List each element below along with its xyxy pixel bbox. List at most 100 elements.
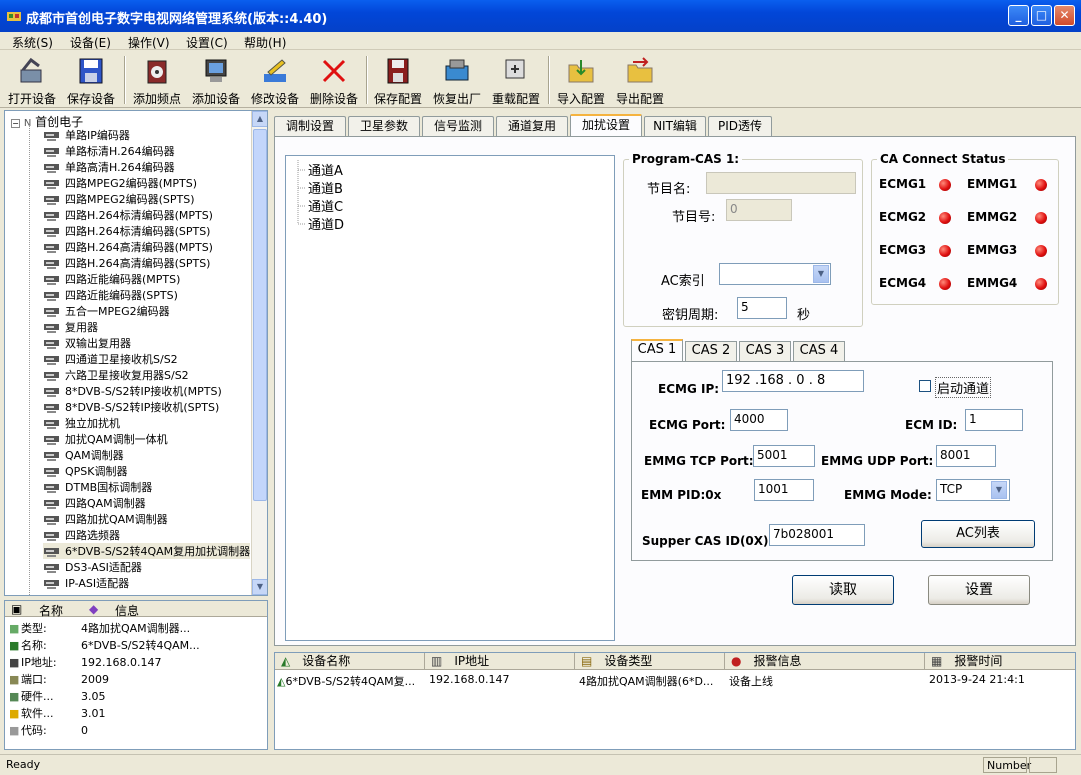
channel-item-a[interactable]: 通道A (308, 160, 343, 179)
device-tree[interactable]: − N 首创电子 单路IP编码器 单路标清H.264编码器 单路高清H.264编码器… (4, 110, 268, 596)
ecmg-port-field[interactable]: 4000 (730, 409, 788, 431)
tab-cas-3[interactable]: CAS 3 (739, 341, 791, 361)
tab-cas-1[interactable]: CAS 1 (631, 339, 683, 361)
row-alarm-time[interactable]: 2013-9-24 21:4:1 (929, 673, 1025, 686)
tab-nit-edit[interactable]: NIT编辑 (644, 116, 706, 136)
tab-signal-monitor[interactable]: 信号监测 (422, 116, 494, 136)
row-alarm-info[interactable]: 设备上线 (729, 673, 773, 689)
menu-help[interactable]: 帮助(H) (244, 34, 286, 51)
tree-item[interactable]: 四路近能编码器(MPTS) (43, 271, 180, 287)
tree-item[interactable]: 8*DVB-S/S2转IP接收机(SPTS) (43, 399, 219, 415)
tree-item[interactable]: 独立加扰机 (43, 415, 120, 431)
tab-channel-mux[interactable]: 通道复用 (496, 116, 568, 136)
tab-pid-passthrough[interactable]: PID透传 (708, 116, 772, 136)
emm-pid-field[interactable]: 1001 (754, 479, 814, 501)
tab-cas-2[interactable]: CAS 2 (685, 341, 737, 361)
row-device-name[interactable]: ◭6*DVB-S/S2转4QAM复... (277, 673, 415, 689)
program-name-field[interactable] (706, 172, 856, 194)
scroll-thumb[interactable] (253, 129, 267, 501)
tree-item[interactable]: 五合一MPEG2编码器 (43, 303, 170, 319)
emmg-udp-field[interactable]: 8001 (936, 445, 996, 467)
alarm-list[interactable]: ◭ 设备名称 ▥ IP地址 ▤ 设备类型 ● 报警信息 ▦ 报警时间 ◭6*DVB-S/S… (274, 652, 1076, 750)
expand-icon[interactable]: − (11, 119, 20, 128)
device-icon (43, 578, 61, 590)
tab-cas-4[interactable]: CAS 4 (793, 341, 845, 361)
reload-config-button[interactable]: 重载配置 (487, 56, 545, 108)
tree-item[interactable]: 六路卫星接收复用器S/S2 (43, 367, 189, 383)
tree-item[interactable]: 四路H.264标清编码器(SPTS) (43, 223, 210, 239)
ecm-id-field[interactable]: 1 (965, 409, 1023, 431)
tree-item[interactable]: 四路H.264标清编码器(MPTS) (43, 207, 213, 223)
col-device-name[interactable]: ◭ 设备名称 (275, 653, 425, 670)
tree-item[interactable]: DTMB国标调制器 (43, 479, 152, 495)
channel-tree[interactable]: 通道A 通道B 通道C 通道D (285, 155, 615, 641)
enable-channel-label[interactable]: 启动通道 (935, 377, 992, 398)
tree-item[interactable]: 四通道卫星接收机S/S2 (43, 351, 178, 367)
maximize-button[interactable]: □ (1031, 5, 1052, 26)
tree-item[interactable]: 6*DVB-S/S2转4QAM复用加扰调制器 (43, 543, 251, 559)
tree-item[interactable]: 四路加扰QAM调制器 (43, 511, 168, 527)
tree-item[interactable]: QAM调制器 (43, 447, 124, 463)
enable-channel-checkbox[interactable] (919, 380, 931, 392)
tree-item[interactable]: 四路MPEG2编码器(SPTS) (43, 191, 195, 207)
tree-item[interactable]: 四路H.264高清编码器(SPTS) (43, 255, 210, 271)
set-button[interactable]: 设置 (928, 575, 1030, 605)
menu-operation[interactable]: 操作(V) (128, 34, 170, 51)
tab-modulation[interactable]: 调制设置 (274, 116, 346, 136)
channel-item-b[interactable]: 通道B (308, 178, 343, 197)
ac-list-button[interactable]: AC列表 (921, 520, 1035, 548)
tree-item[interactable]: IP-ASI适配器 (43, 575, 129, 591)
import-config-button[interactable]: 导入配置 (552, 56, 610, 108)
ecmg-ip-field[interactable]: 192 .168 . 0 . 8 (722, 370, 864, 392)
row-ip[interactable]: 192.168.0.147 (429, 673, 509, 686)
add-device-button[interactable]: 添加设备 (187, 56, 245, 108)
tree-item[interactable]: 单路高清H.264编码器 (43, 159, 175, 175)
tree-item[interactable]: 四路MPEG2编码器(MPTS) (43, 175, 197, 191)
channel-item-d[interactable]: 通道D (308, 214, 344, 233)
col-ip[interactable]: ▥ IP地址 (425, 653, 575, 670)
tree-item[interactable]: 四路H.264高清编码器(MPTS) (43, 239, 213, 255)
add-frequency-button[interactable]: 添加频点 (128, 56, 186, 108)
tab-satellite[interactable]: 卫星参数 (348, 116, 420, 136)
tree-item[interactable]: 复用器 (43, 319, 98, 335)
tree-scrollbar[interactable]: ▲ ▼ (251, 111, 267, 595)
tab-scramble[interactable]: 加扰设置 (570, 114, 642, 136)
col-alarm-info[interactable]: ● 报警信息 (725, 653, 925, 670)
col-device-type[interactable]: ▤ 设备类型 (575, 653, 725, 670)
scroll-up-icon[interactable]: ▲ (252, 111, 267, 127)
tree-item[interactable]: 四路近能编码器(SPTS) (43, 287, 178, 303)
super-cas-field[interactable]: 7b028001 (769, 524, 865, 546)
tree-item[interactable]: 单路IP编码器 (43, 127, 130, 143)
program-no-field[interactable]: 0 (726, 199, 792, 221)
chevron-down-icon[interactable]: ▼ (813, 265, 829, 283)
tree-item[interactable]: 单路标清H.264编码器 (43, 143, 175, 159)
row-device-type[interactable]: 4路加扰QAM调制器(6*D... (579, 673, 713, 689)
save-config-button[interactable]: 保存配置 (369, 56, 427, 108)
scroll-down-icon[interactable]: ▼ (252, 579, 267, 595)
modify-device-button[interactable]: 修改设备 (246, 56, 304, 108)
read-button[interactable]: 读取 (792, 575, 894, 605)
factory-reset-icon (445, 59, 469, 81)
channel-item-c[interactable]: 通道C (308, 196, 343, 215)
tree-item[interactable]: QPSK调制器 (43, 463, 128, 479)
factory-reset-button[interactable]: 恢复出厂 (428, 56, 486, 108)
close-button[interactable]: ✕ (1054, 5, 1075, 26)
export-config-button[interactable]: 导出配置 (611, 56, 669, 108)
emmg-tcp-field[interactable]: 5001 (753, 445, 815, 467)
tree-item[interactable]: 双输出复用器 (43, 335, 131, 351)
delete-device-button[interactable]: 删除设备 (305, 56, 363, 108)
tree-item[interactable]: 加扰QAM调制一体机 (43, 431, 168, 447)
menu-system[interactable]: 系统(S) (12, 34, 53, 51)
tree-item[interactable]: DS3-ASI适配器 (43, 559, 142, 575)
tree-item[interactable]: 四路选频器 (43, 527, 120, 543)
save-device-button[interactable]: 保存设备 (62, 56, 120, 108)
key-period-field[interactable]: 5 (737, 297, 787, 319)
minimize-button[interactable]: _ (1008, 5, 1029, 26)
tree-item[interactable]: 四路QAM调制器 (43, 495, 146, 511)
open-device-button[interactable]: 打开设备 (3, 56, 61, 108)
menu-device[interactable]: 设备(E) (70, 34, 111, 51)
chevron-down-icon[interactable]: ▼ (991, 481, 1007, 499)
col-alarm-time[interactable]: ▦ 报警时间 (925, 653, 1075, 670)
menu-settings[interactable]: 设置(C) (186, 34, 228, 51)
tree-item[interactable]: 8*DVB-S/S2转IP接收机(MPTS) (43, 383, 222, 399)
